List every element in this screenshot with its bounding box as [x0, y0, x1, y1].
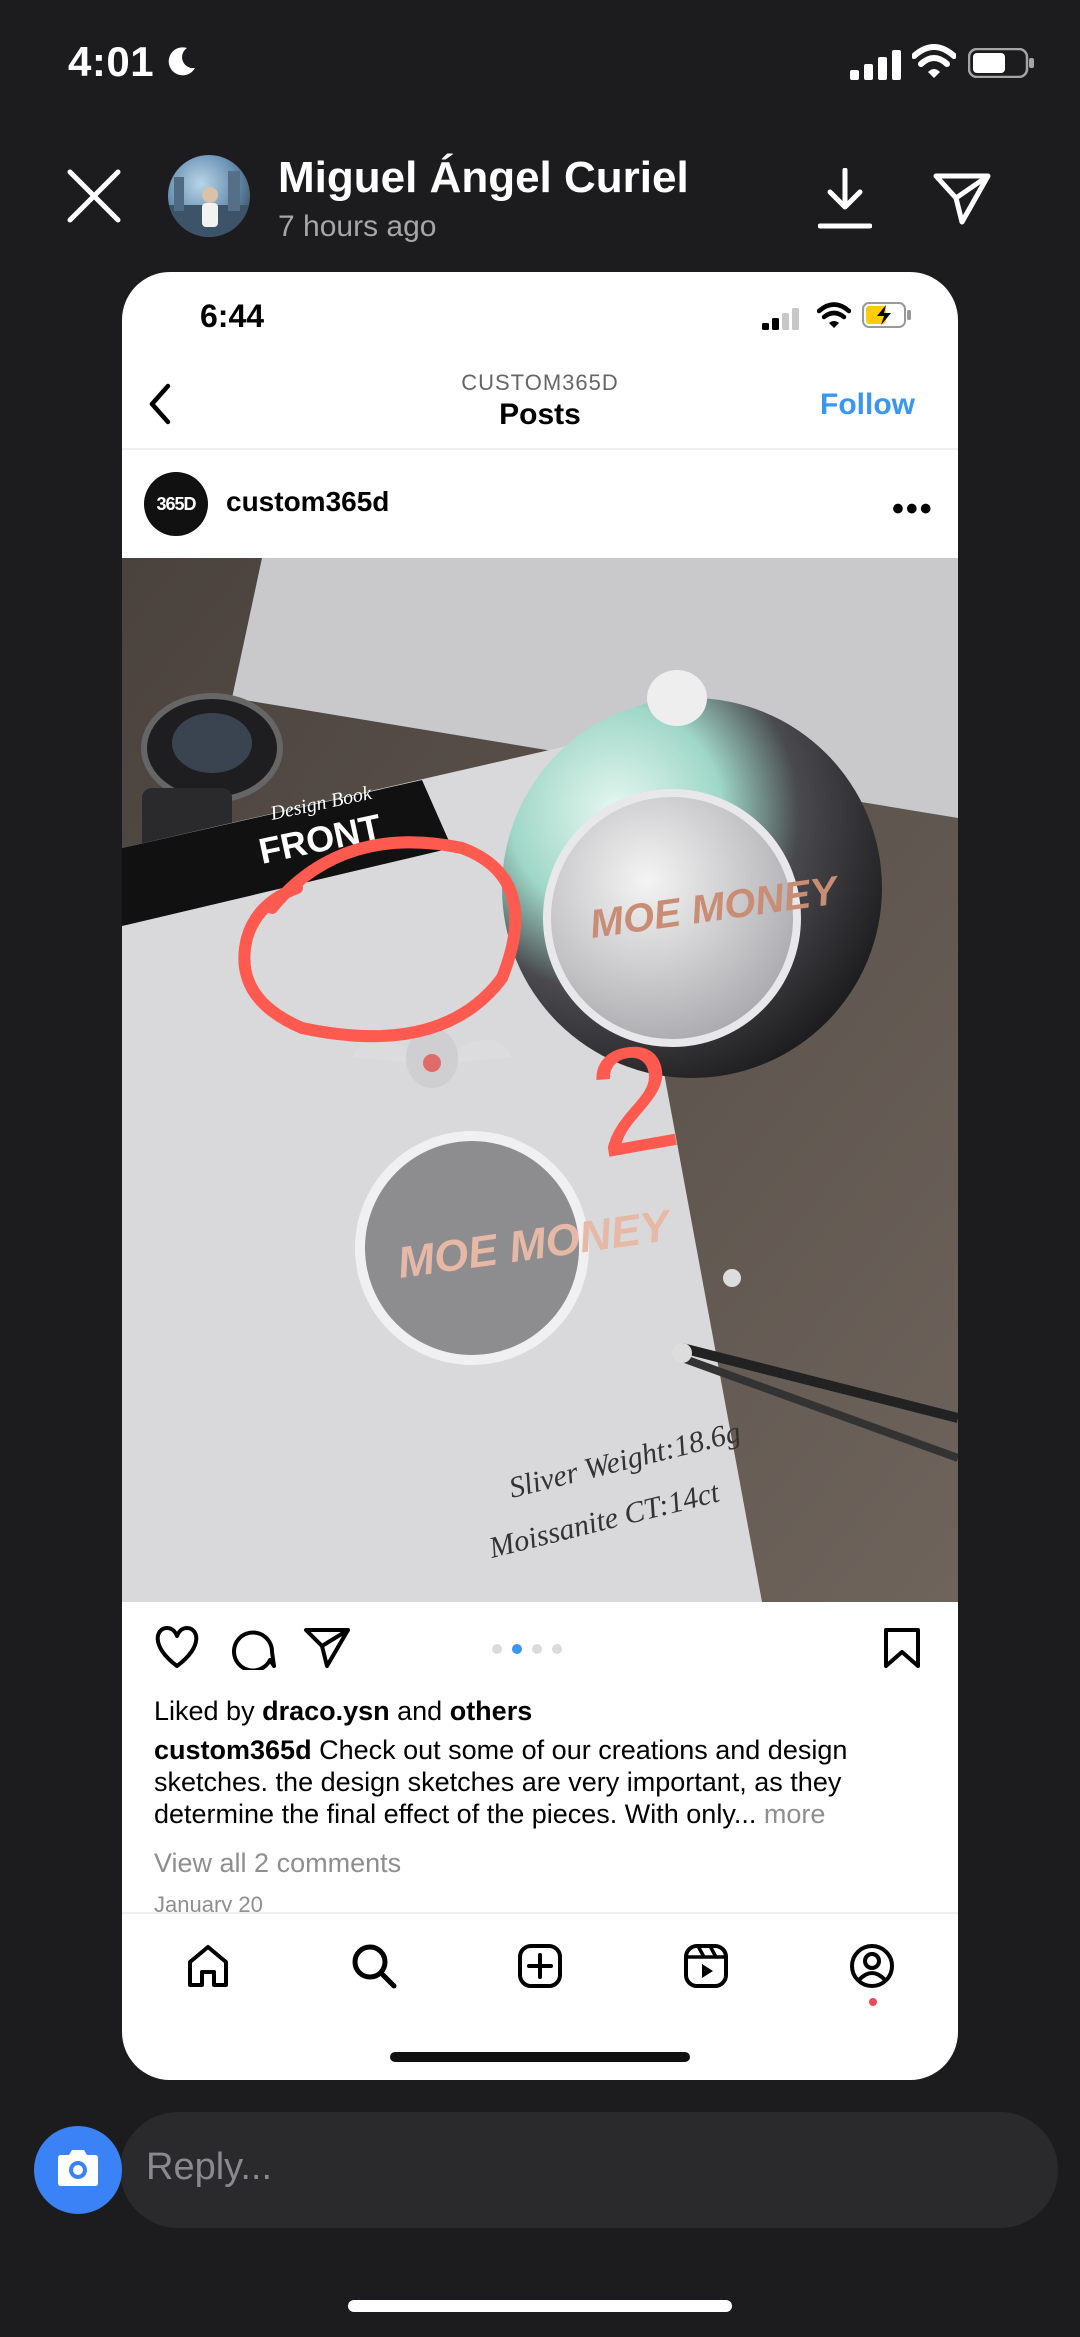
camera-icon	[54, 2148, 102, 2193]
profile-icon[interactable]	[848, 1942, 896, 1995]
caption-username[interactable]: custom365d	[154, 1735, 312, 1765]
post-caption: custom365d Check out some of our creatio…	[154, 1734, 944, 1830]
camera-button[interactable]	[34, 2126, 122, 2214]
carousel-dot	[552, 1644, 562, 1654]
follow-button[interactable]: Follow	[820, 388, 915, 422]
post-username[interactable]: custom365d	[226, 486, 389, 518]
post-date: January 20	[154, 1892, 263, 1914]
moon-icon	[165, 44, 199, 83]
cellular-signal-icon	[850, 50, 902, 85]
notification-dot	[869, 1998, 877, 2006]
reels-icon[interactable]	[682, 1942, 730, 1995]
ig-status-time: 6:44	[200, 298, 265, 334]
cellular-signal-icon	[762, 308, 802, 335]
home-indicator	[390, 2052, 690, 2062]
divider	[122, 1912, 958, 1914]
create-icon[interactable]	[516, 1942, 564, 1995]
more-options-icon[interactable]: •••	[892, 490, 934, 529]
download-icon[interactable]	[817, 167, 873, 235]
heart-icon[interactable]	[152, 1624, 202, 1675]
shared-post-card: 6:44 CUSTOM365D Posts Follow 365D custom…	[122, 272, 958, 2080]
story-username[interactable]: Miguel Ángel Curiel	[278, 153, 689, 203]
battery-charging-icon	[862, 302, 912, 333]
search-icon[interactable]	[350, 1942, 398, 1995]
post-avatar[interactable]: 365D	[144, 472, 208, 536]
home-indicator	[348, 2300, 732, 2312]
wifi-icon	[911, 44, 957, 85]
divider	[122, 448, 958, 450]
post-image[interactable]: Design Book FRONT MOE MONEY MOE MONEY 2	[122, 558, 958, 1602]
likes-middle: and	[389, 1696, 450, 1726]
likes-others[interactable]: others	[450, 1696, 533, 1726]
view-comments-link[interactable]: View all 2 comments	[154, 1848, 401, 1879]
home-icon[interactable]	[184, 1942, 232, 1995]
caption-more-link[interactable]: more	[756, 1799, 826, 1829]
bookmark-icon[interactable]	[882, 1626, 922, 1675]
likes-prefix: Liked by	[154, 1696, 263, 1726]
status-time: 4:01	[68, 38, 155, 85]
carousel-dot-active	[512, 1644, 522, 1654]
battery-icon	[967, 47, 1036, 83]
carousel-indicator	[492, 1644, 562, 1654]
close-icon[interactable]	[66, 168, 122, 229]
wifi-icon	[816, 302, 852, 335]
story-timestamp: 7 hours ago	[278, 210, 437, 243]
carousel-dot	[492, 1644, 502, 1654]
avatar[interactable]	[168, 155, 250, 237]
carousel-dot	[532, 1644, 542, 1654]
liked-by-user[interactable]: draco.ysn	[262, 1696, 390, 1726]
reply-placeholder[interactable]: Reply...	[146, 2146, 272, 2189]
share-icon[interactable]	[302, 1626, 352, 1675]
send-icon[interactable]	[932, 170, 992, 231]
likes-line[interactable]: Liked by draco.ysn and others	[154, 1696, 532, 1727]
comment-icon[interactable]	[230, 1624, 276, 1675]
